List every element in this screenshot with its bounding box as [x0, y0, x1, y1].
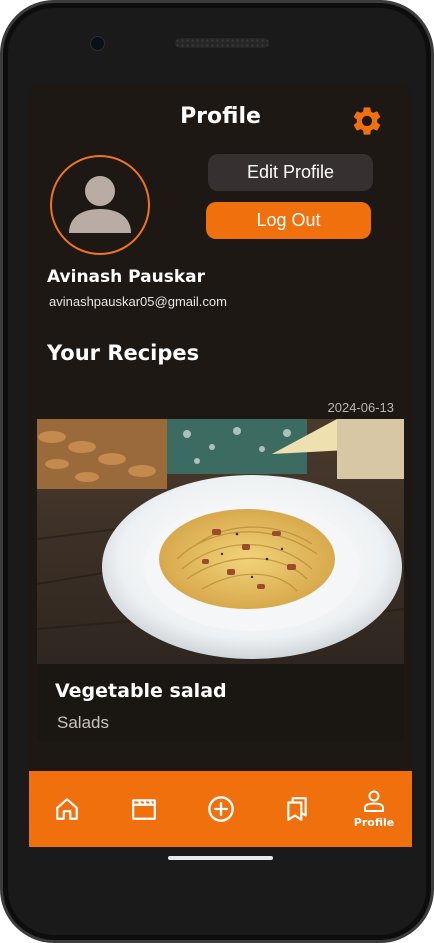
- front-camera: [90, 36, 105, 51]
- recipe-category: Salads: [57, 713, 109, 732]
- user-email: avinashpauskar05@gmail.com: [49, 294, 227, 309]
- avatar[interactable]: [50, 155, 150, 255]
- nav-profile[interactable]: Profile: [344, 771, 404, 847]
- log-out-button[interactable]: Log Out: [206, 202, 371, 239]
- app-screen: Profile Edit Profile Log Out Avinash Pau…: [29, 82, 412, 847]
- home-icon: [56, 798, 78, 820]
- gear-icon[interactable]: [350, 104, 384, 138]
- clapperboard-icon: [132, 799, 156, 820]
- earpiece-speaker: [175, 38, 269, 48]
- your-recipes-heading: Your Recipes: [47, 341, 200, 365]
- bookmarks-icon: [287, 797, 307, 821]
- nav-home[interactable]: [37, 771, 97, 847]
- nav-add[interactable]: [191, 771, 251, 847]
- pasta-plate-image: [37, 419, 404, 664]
- home-indicator[interactable]: [168, 856, 273, 860]
- nav-profile-label: Profile: [353, 816, 395, 829]
- phone-frame: Profile Edit Profile Log Out Avinash Pau…: [0, 0, 434, 943]
- bottom-nav: Profile: [29, 771, 412, 847]
- edit-profile-button[interactable]: Edit Profile: [208, 154, 373, 191]
- user-name: Avinash Pauskar: [47, 267, 206, 287]
- recipe-card[interactable]: Vegetable salad Salads: [37, 419, 404, 741]
- person-icon: [364, 790, 384, 812]
- recipe-name: Vegetable salad: [55, 680, 227, 702]
- nav-saved[interactable]: [267, 771, 327, 847]
- nav-reels[interactable]: [114, 771, 174, 847]
- recipe-date: 2024-06-13: [327, 400, 395, 415]
- add-circle-icon: [208, 796, 234, 822]
- user-avatar-icon: [69, 176, 131, 233]
